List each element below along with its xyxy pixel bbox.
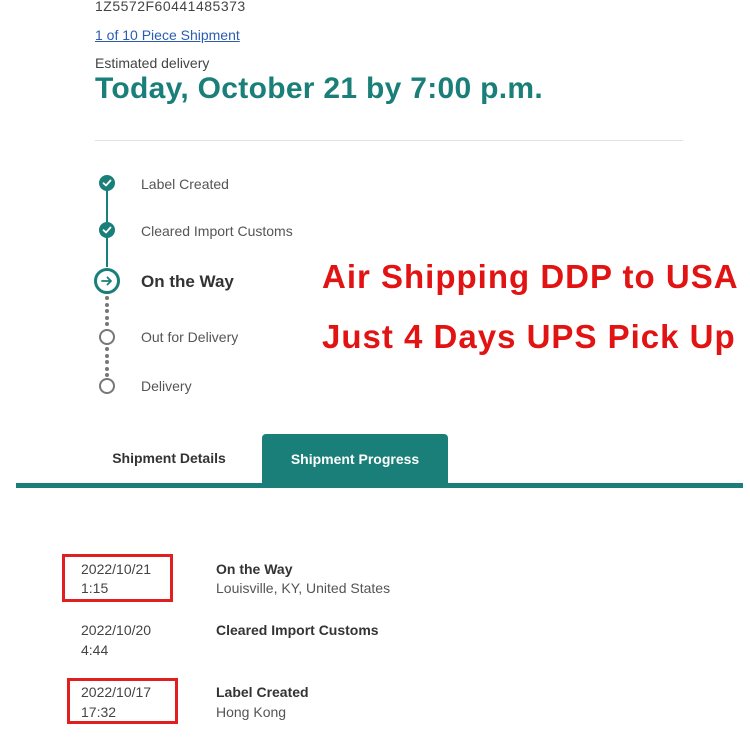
- pending-circle-icon: [99, 378, 115, 394]
- tab-shipment-details[interactable]: Shipment Details: [92, 433, 246, 483]
- tab-shipment-progress[interactable]: Shipment Progress: [262, 434, 448, 484]
- piece-shipment-link[interactable]: 1 of 10 Piece Shipment: [95, 27, 240, 43]
- activity-status: On the Way: [216, 561, 293, 577]
- activity-location: Louisville, KY, United States: [216, 580, 391, 596]
- arrow-right-icon: [94, 268, 120, 294]
- promo-line-1: Air Shipping DDP to USA: [322, 258, 739, 295]
- activity-location: Hong Kong: [216, 704, 287, 720]
- check-icon: [99, 222, 115, 238]
- progress-connector: [106, 190, 108, 222]
- activity-time: 1:15: [81, 580, 109, 596]
- step-on-the-way: On the Way: [141, 272, 234, 291]
- activity-date: 2022/10/21: [81, 561, 152, 577]
- progress-connector: [106, 237, 108, 267]
- estimated-delivery-date: Today, October 21 by 7:00 p.m.: [95, 72, 544, 105]
- activity-status: Label Created: [216, 684, 309, 700]
- progress-connector-dotted: [105, 296, 109, 326]
- pending-circle-icon: [99, 329, 115, 345]
- check-icon: [99, 175, 115, 191]
- activity-date: 2022/10/20: [81, 622, 152, 638]
- step-delivery: Delivery: [141, 378, 192, 394]
- progress-connector-dotted: [105, 347, 109, 377]
- tab-underline-bar: [16, 483, 743, 488]
- activity-time: 4:44: [81, 642, 109, 658]
- activity-time: 17:32: [81, 704, 117, 720]
- promo-line-2: Just 4 Days UPS Pick Up: [322, 318, 736, 355]
- header-divider: [95, 140, 683, 141]
- step-label-created: Label Created: [141, 176, 229, 192]
- activity-date: 2022/10/17: [81, 684, 152, 700]
- tracking-number: 1Z5572F60441485373: [95, 0, 246, 14]
- step-out-for-delivery: Out for Delivery: [141, 329, 239, 345]
- estimated-delivery-label: Estimated delivery: [95, 55, 210, 71]
- activity-status: Cleared Import Customs: [216, 622, 379, 638]
- step-cleared-customs: Cleared Import Customs: [141, 223, 293, 239]
